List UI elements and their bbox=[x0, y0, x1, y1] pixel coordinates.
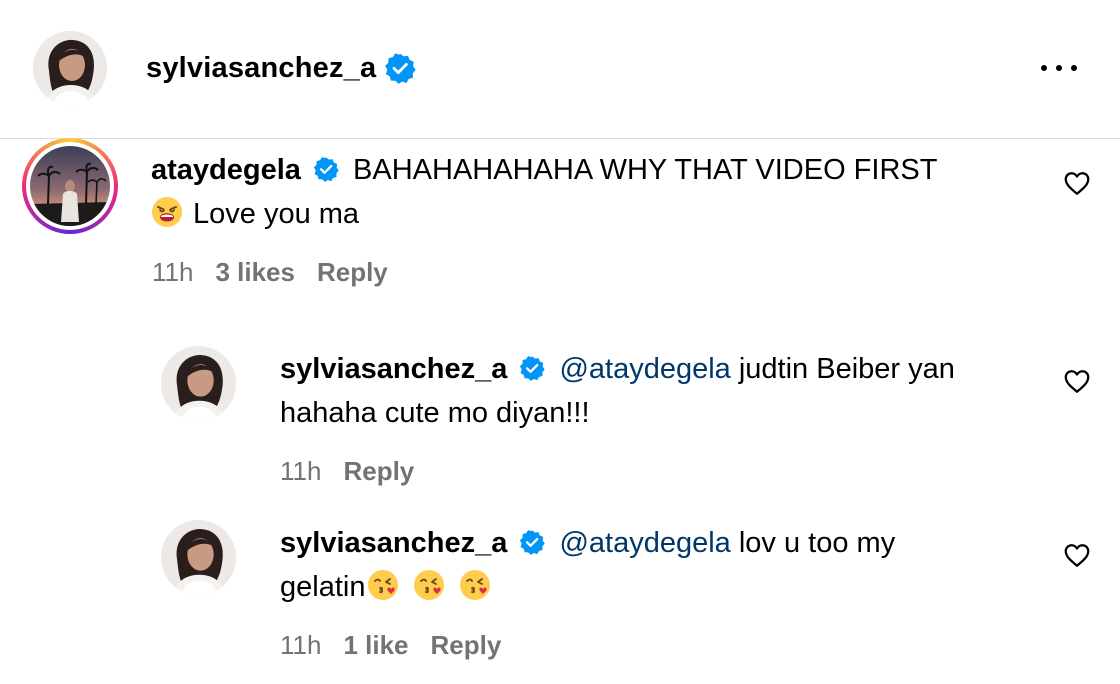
comment-text: Love you ma bbox=[193, 198, 360, 230]
instagram-comments-page: sylviasanchez_a ataydegela BAHAHAHAHAHA … bbox=[0, 0, 1120, 684]
face-blowing-kiss-emoji-icon bbox=[460, 570, 491, 600]
heart-icon[interactable] bbox=[1062, 366, 1092, 396]
reply-body: sylviasanchez_a @ataydegela lov u too my… bbox=[280, 521, 1040, 609]
weary-face-emoji-icon bbox=[152, 197, 182, 227]
reply-body: sylviasanchez_a @ataydegela judtin Beibe… bbox=[280, 347, 1040, 435]
avatar-photo-icon bbox=[161, 346, 236, 421]
reply-text: gelatin bbox=[280, 571, 366, 603]
reply-button[interactable]: Reply bbox=[343, 456, 414, 486]
verified-badge-icon bbox=[520, 530, 546, 555]
reply-avatar[interactable] bbox=[161, 346, 236, 421]
reply-meta: 11h Reply bbox=[280, 454, 436, 488]
reply-button[interactable]: Reply bbox=[431, 630, 502, 660]
avatar-photo-icon bbox=[33, 31, 107, 105]
header-avatar[interactable] bbox=[33, 31, 107, 105]
reply-meta: 11h 1 like Reply bbox=[280, 628, 523, 662]
reply-text: lov u too my bbox=[738, 527, 896, 559]
heart-icon[interactable] bbox=[1062, 540, 1092, 570]
comment-likes-count[interactable]: 3 likes bbox=[215, 257, 295, 287]
more-dot bbox=[1056, 65, 1062, 71]
reply-time: 11h bbox=[280, 630, 322, 660]
comment-avatar[interactable] bbox=[30, 146, 110, 226]
comment-text: BAHAHAHAHAHA WHY THAT VIDEO FIRST bbox=[353, 154, 938, 186]
reply-username[interactable]: sylviasanchez_a bbox=[280, 353, 507, 385]
header-username[interactable]: sylviasanchez_a bbox=[146, 49, 376, 87]
mention-link[interactable]: @ataydegela bbox=[559, 527, 730, 559]
verified-badge-icon bbox=[313, 157, 339, 182]
reply-username[interactable]: sylviasanchez_a bbox=[280, 527, 507, 559]
verified-badge-icon bbox=[385, 53, 416, 84]
face-blowing-kiss-emoji-icon bbox=[414, 570, 445, 600]
avatar-photo-icon bbox=[30, 146, 110, 226]
reply-time: 11h bbox=[280, 456, 322, 486]
reply-button[interactable]: Reply bbox=[317, 257, 388, 287]
story-ring[interactable] bbox=[22, 138, 118, 234]
avatar-photo-icon bbox=[161, 520, 236, 595]
more-dot bbox=[1041, 65, 1047, 71]
verified-badge-icon bbox=[520, 356, 546, 381]
post-header: sylviasanchez_a bbox=[0, 0, 1120, 139]
heart-icon[interactable] bbox=[1062, 168, 1092, 198]
face-blowing-kiss-emoji-icon bbox=[368, 570, 399, 600]
comment-username[interactable]: ataydegela bbox=[151, 154, 301, 186]
reply-text: judtin Beiber yan bbox=[738, 353, 955, 385]
mention-link[interactable]: @ataydegela bbox=[559, 353, 730, 385]
more-options-button[interactable] bbox=[1038, 58, 1080, 78]
reply-avatar[interactable] bbox=[161, 520, 236, 595]
comment-body: ataydegela BAHAHAHAHAHA WHY THAT VIDEO F… bbox=[151, 148, 1031, 236]
reply-likes-count[interactable]: 1 like bbox=[343, 630, 408, 660]
comment-time: 11h bbox=[152, 257, 194, 287]
comment-meta: 11h 3 likes Reply bbox=[152, 255, 410, 289]
reply-text: hahaha cute mo diyan!!! bbox=[280, 397, 590, 429]
more-dot bbox=[1071, 65, 1077, 71]
